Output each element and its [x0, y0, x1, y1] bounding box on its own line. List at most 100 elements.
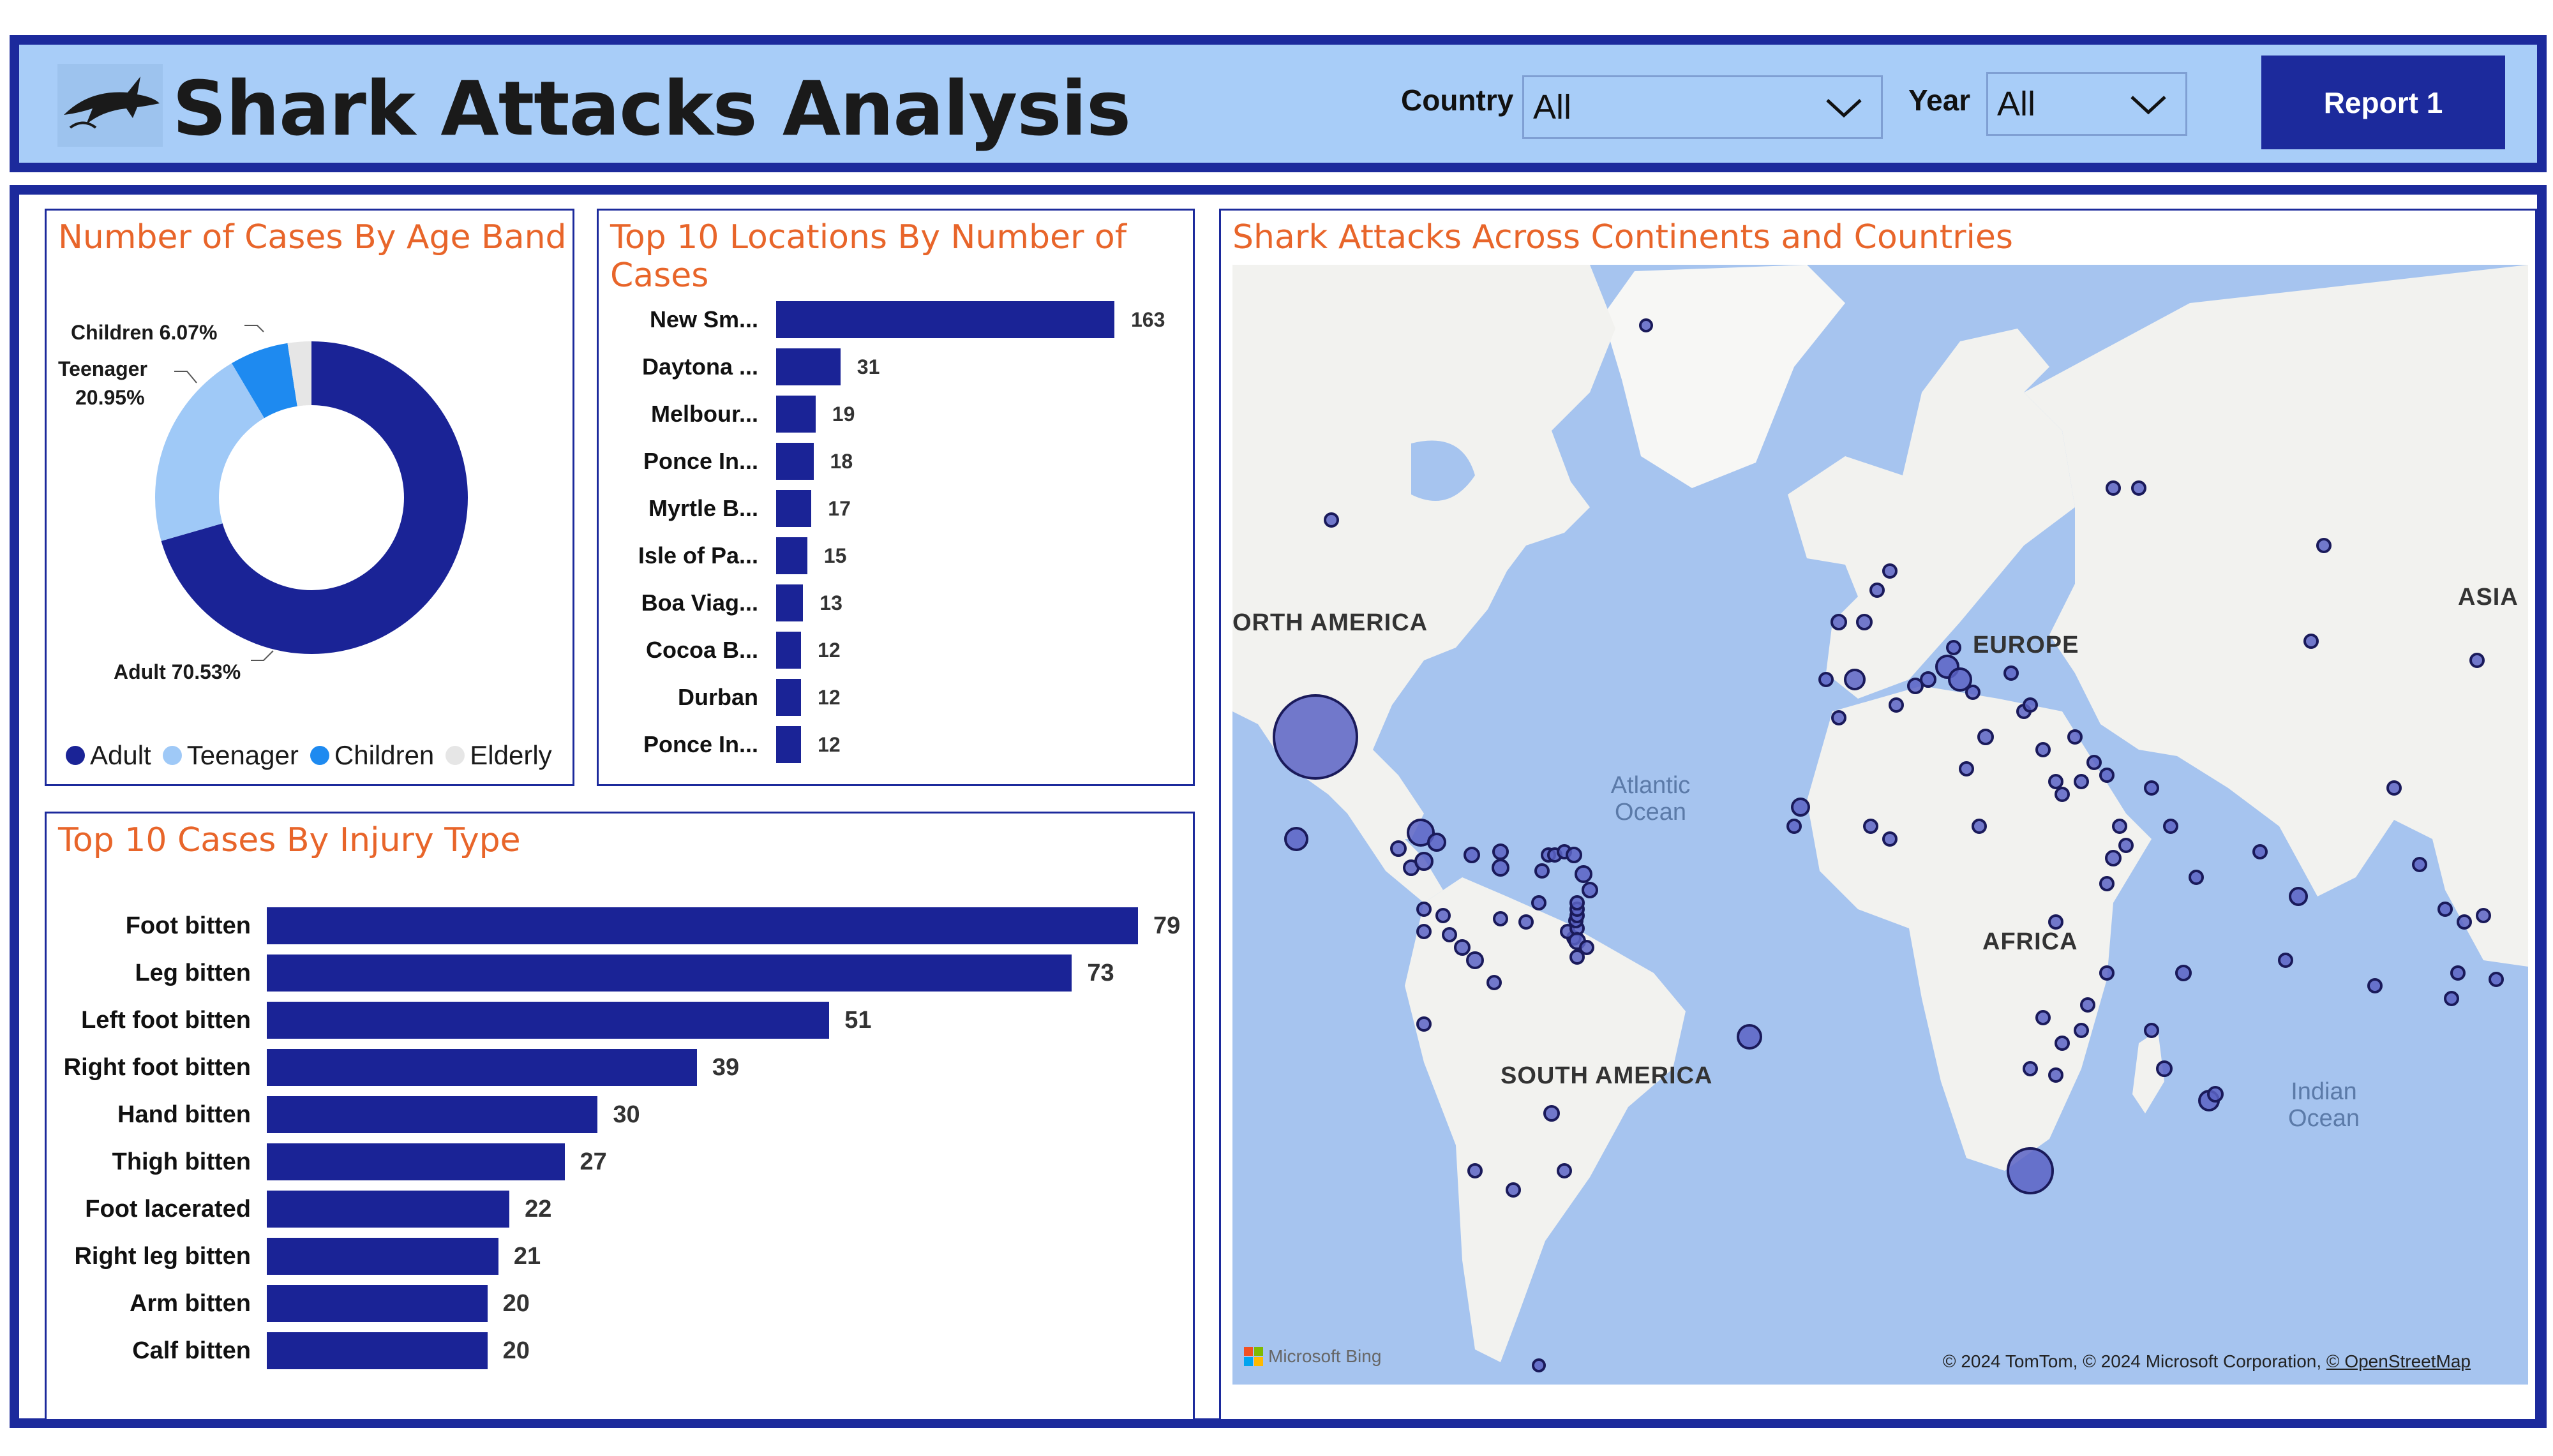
- bar[interactable]: [267, 955, 1072, 992]
- bar[interactable]: [776, 632, 802, 669]
- attack-bubble[interactable]: [2412, 857, 2427, 872]
- attack-bubble[interactable]: [2099, 876, 2115, 891]
- bar[interactable]: [776, 348, 841, 385]
- attack-bubble[interactable]: [1863, 819, 1878, 834]
- attack-bubble[interactable]: [1557, 1163, 1572, 1178]
- attack-bubble[interactable]: [2067, 729, 2083, 745]
- attack-bubble[interactable]: [1390, 840, 1407, 857]
- attack-bubble[interactable]: [2386, 780, 2402, 796]
- bar[interactable]: [267, 1002, 830, 1039]
- bar[interactable]: [267, 1096, 598, 1133]
- attack-bubble[interactable]: [2074, 774, 2089, 789]
- attack-bubble[interactable]: [1791, 798, 1810, 817]
- bar[interactable]: [267, 1285, 488, 1322]
- attack-bubble[interactable]: [2080, 997, 2095, 1013]
- attack-bubble[interactable]: [1543, 1105, 1560, 1122]
- attack-bubble[interactable]: [2105, 850, 2122, 866]
- attack-bubble[interactable]: [1518, 914, 1534, 930]
- attack-bubble[interactable]: [1467, 1163, 1483, 1178]
- attack-bubble[interactable]: [2156, 1060, 2173, 1077]
- attack-bubble[interactable]: [1324, 512, 1339, 528]
- attack-bubble[interactable]: [2035, 742, 2051, 757]
- attack-bubble[interactable]: [1972, 819, 1987, 834]
- attack-bubble[interactable]: [2023, 1061, 2038, 1076]
- attack-bubble[interactable]: [1582, 882, 1598, 898]
- world-map[interactable]: ORTH AMERICA EUROPE ASIA AFRICA SOUTH AM…: [1232, 265, 2528, 1385]
- attack-bubble[interactable]: [1493, 911, 1508, 926]
- attack-bubble[interactable]: [1492, 859, 1509, 877]
- attack-bubble[interactable]: [2457, 914, 2472, 930]
- bar[interactable]: [267, 1332, 488, 1369]
- attack-bubble[interactable]: [1506, 1182, 1521, 1198]
- attack-bubble[interactable]: [2023, 697, 2038, 713]
- attack-bubble[interactable]: [2450, 965, 2466, 981]
- attack-bubble[interactable]: [2144, 1023, 2159, 1038]
- attack-bubble[interactable]: [2048, 1067, 2063, 1083]
- attack-bubble[interactable]: [1920, 671, 1936, 688]
- attack-bubble[interactable]: [1416, 1016, 1432, 1032]
- attack-bubble[interactable]: [1818, 672, 1834, 687]
- attack-bubble[interactable]: [2252, 844, 2268, 859]
- attack-bubble[interactable]: [1959, 761, 1974, 776]
- attack-bubble[interactable]: [1416, 924, 1432, 939]
- attack-bubble[interactable]: [1575, 865, 1592, 883]
- attack-bubble[interactable]: [2048, 914, 2063, 930]
- attack-bubble[interactable]: [2048, 774, 2063, 789]
- attack-bubble[interactable]: [2303, 634, 2319, 649]
- attack-bubble[interactable]: [1856, 614, 1873, 630]
- attack-bubble[interactable]: [1414, 852, 1434, 871]
- attack-bubble[interactable]: [1869, 583, 1885, 598]
- attack-bubble[interactable]: [2469, 653, 2485, 668]
- bar[interactable]: [776, 726, 802, 763]
- attack-bubble[interactable]: [1466, 951, 1484, 969]
- attack-bubble[interactable]: [1416, 902, 1432, 917]
- attack-bubble[interactable]: [2189, 870, 2204, 885]
- attack-bubble[interactable]: [1844, 669, 1866, 690]
- attack-bubble[interactable]: [2289, 887, 2308, 906]
- attack-bubble[interactable]: [1946, 640, 1961, 655]
- attack-bubble[interactable]: [2055, 1036, 2070, 1051]
- map-canvas[interactable]: [1232, 265, 2528, 1385]
- attack-bubble[interactable]: [1492, 843, 1509, 860]
- attack-bubble[interactable]: [2489, 972, 2504, 987]
- attack-bubble[interactable]: [2118, 838, 2134, 853]
- attack-bubble[interactable]: [2444, 991, 2459, 1006]
- attack-bubble[interactable]: [2476, 908, 2491, 923]
- bar[interactable]: [776, 537, 807, 574]
- bar[interactable]: [267, 907, 1138, 944]
- report-1-button[interactable]: Report 1: [2261, 56, 2505, 149]
- attack-bubble[interactable]: [1531, 895, 1546, 910]
- attack-bubble[interactable]: [1831, 614, 1847, 630]
- country-dropdown[interactable]: All: [1522, 75, 1883, 139]
- attack-bubble[interactable]: [1284, 827, 1308, 851]
- attack-bubble[interactable]: [2007, 1147, 2054, 1194]
- attack-bubble[interactable]: [1639, 318, 1653, 332]
- bar[interactable]: [776, 490, 812, 527]
- attack-bubble[interactable]: [1454, 939, 1471, 956]
- attack-bubble[interactable]: [1534, 863, 1550, 879]
- attack-bubble[interactable]: [1737, 1024, 1762, 1050]
- attack-bubble[interactable]: [2106, 480, 2121, 496]
- bar[interactable]: [776, 584, 804, 621]
- year-dropdown[interactable]: All: [1986, 72, 2187, 136]
- attack-bubble[interactable]: [1831, 710, 1846, 725]
- bar[interactable]: [267, 1143, 565, 1180]
- attack-bubble[interactable]: [1786, 819, 1802, 834]
- openstreetmap-link[interactable]: © OpenStreetMap: [2326, 1351, 2471, 1371]
- attack-bubble[interactable]: [1427, 833, 1446, 852]
- attack-bubble[interactable]: [2035, 1010, 2051, 1025]
- attack-bubble[interactable]: [2207, 1086, 2224, 1103]
- legend-item-adult[interactable]: Adult: [66, 740, 151, 771]
- bar[interactable]: [267, 1238, 498, 1275]
- attack-bubble[interactable]: [1566, 847, 1582, 863]
- legend-item-children[interactable]: Children: [310, 740, 434, 771]
- attack-bubble[interactable]: [1882, 831, 1898, 847]
- attack-bubble[interactable]: [2175, 965, 2192, 981]
- legend-item-teenager[interactable]: Teenager: [162, 740, 299, 771]
- bar[interactable]: [776, 679, 802, 716]
- attack-bubble[interactable]: [2055, 787, 2070, 802]
- attack-bubble[interactable]: [1569, 895, 1585, 910]
- attack-bubble[interactable]: [2316, 538, 2332, 553]
- attack-bubble[interactable]: [1977, 729, 1994, 745]
- attack-bubble[interactable]: [2437, 902, 2453, 917]
